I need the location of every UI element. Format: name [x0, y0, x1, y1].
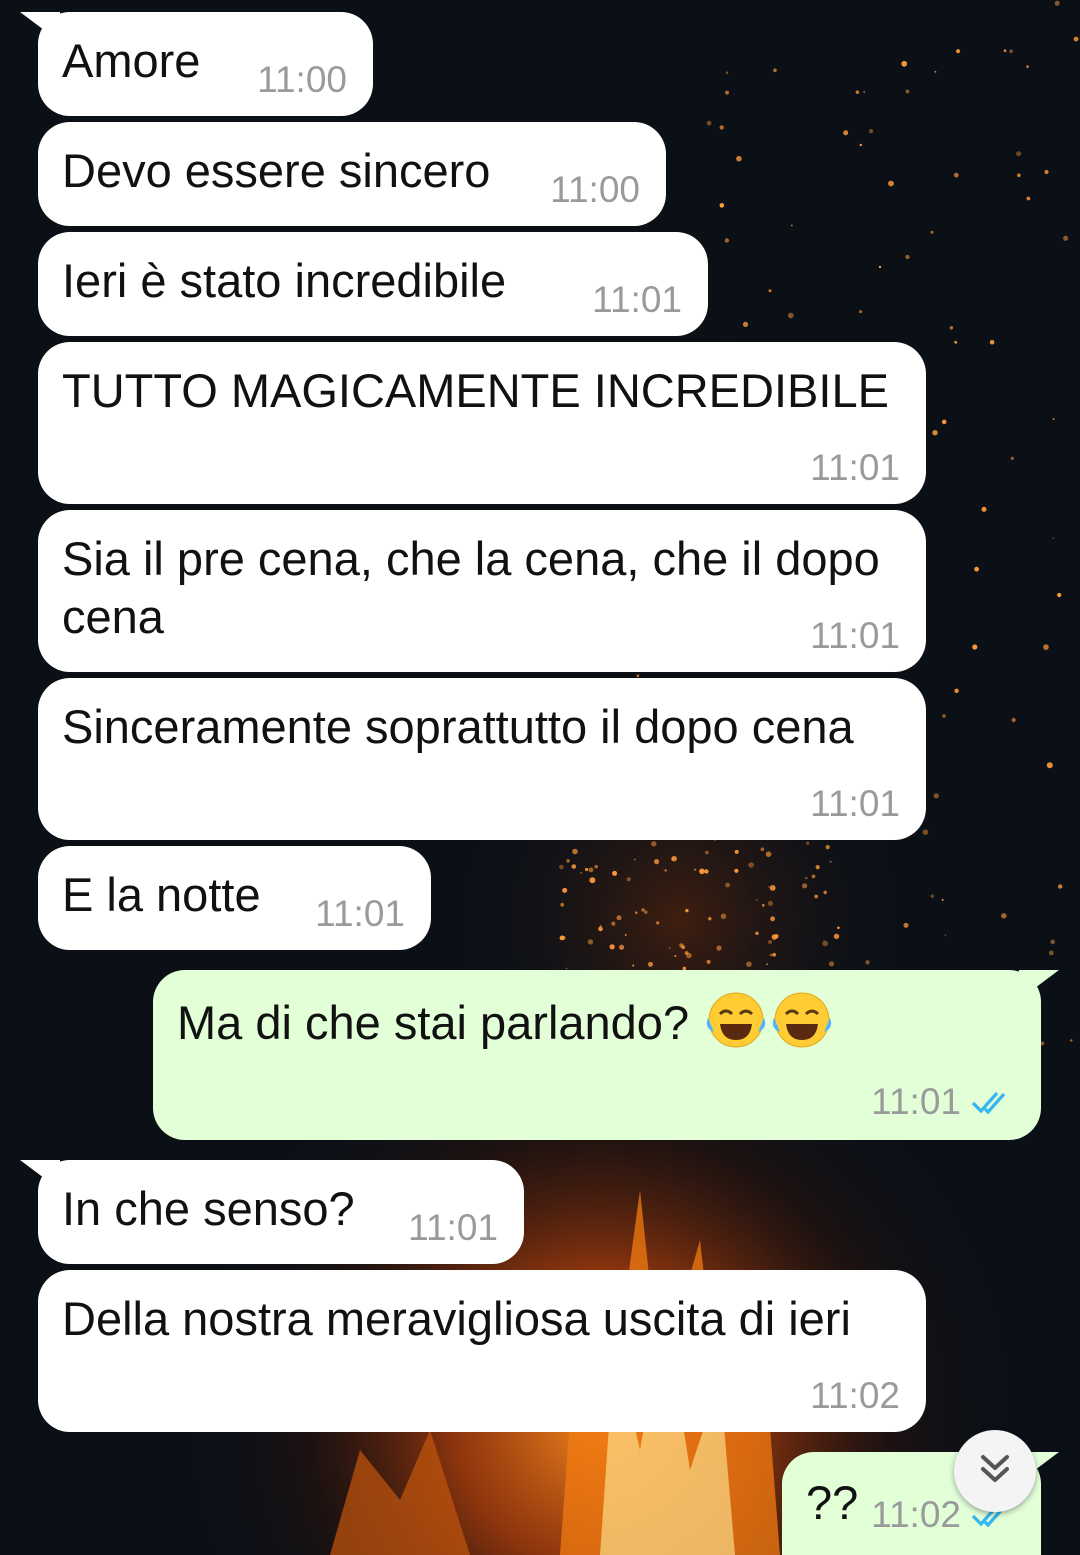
message-bubble-incoming[interactable]: TUTTO MAGICAMENTE INCREDIBILE 11:01 [38, 342, 926, 504]
message-text: Sinceramente soprattutto il dopo cena [62, 700, 854, 753]
message-time: 11:01 [810, 783, 900, 824]
message-bubble-incoming[interactable]: Devo essere sincero 11:00 [38, 122, 666, 226]
message-bubble-incoming[interactable]: Amore 11:00 [20, 12, 373, 116]
message-time: 11:01 [592, 279, 682, 320]
message-time: 11:00 [257, 59, 347, 100]
message-bubble-incoming[interactable]: E la notte 11:01 [38, 846, 431, 950]
laughing-emoji-icon [706, 990, 836, 1063]
message-bubble-incoming[interactable]: Sinceramente soprattutto il dopo cena 11… [38, 678, 926, 840]
message-bubble-incoming[interactable]: Sia il pre cena, che la cena, che il dop… [38, 510, 926, 672]
double-check-icon [971, 1084, 1015, 1124]
message-text: Ieri è stato incredibile [62, 254, 507, 307]
message-time: 11:00 [550, 169, 640, 210]
chevrons-down-icon [975, 1449, 1015, 1494]
bubble-tail [20, 1160, 60, 1190]
message-time: 11:01 [810, 615, 900, 656]
message-time: 11:01 [810, 447, 900, 488]
message-time: 11:01 [315, 893, 405, 934]
scroll-to-bottom-button[interactable] [954, 1430, 1036, 1512]
message-time: 11:02 [810, 1375, 900, 1416]
message-bubble-incoming[interactable]: Ieri è stato incredibile 11:01 [38, 232, 708, 336]
message-bubble-outgoing[interactable]: Ma di che stai parlando? 11:01 [153, 970, 1059, 1140]
message-text: Sia il pre cena, che la cena, che il dop… [62, 532, 880, 643]
message-time: 11:01 [871, 1081, 1015, 1124]
message-time: 11:01 [408, 1207, 498, 1248]
message-bubble-incoming[interactable]: Della nostra meravigliosa uscita di ieri… [38, 1270, 926, 1432]
message-bubble-incoming[interactable]: In che senso? 11:01 [20, 1160, 524, 1264]
bubble-tail [1019, 970, 1059, 1000]
bubble-tail [20, 12, 60, 42]
message-text: Ma di che stai parlando? [177, 990, 1017, 1063]
message-text: TUTTO MAGICAMENTE INCREDIBILE [62, 364, 889, 417]
message-text: Della nostra meravigliosa uscita di ieri [62, 1292, 851, 1345]
